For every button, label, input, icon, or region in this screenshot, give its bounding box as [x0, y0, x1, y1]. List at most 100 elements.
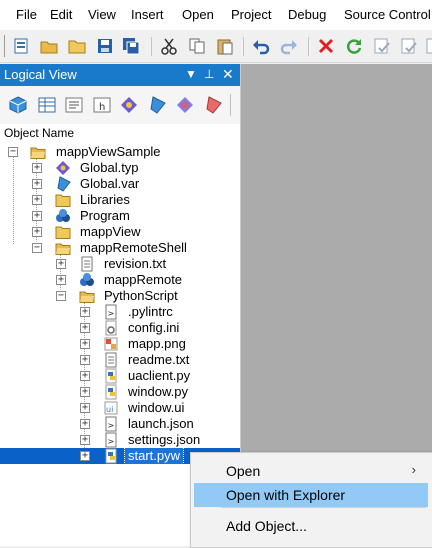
cut-icon[interactable] — [160, 37, 178, 55]
program-icon — [80, 273, 94, 286]
tree-item-label: mappViewSample — [56, 144, 161, 159]
folder-icon — [55, 226, 71, 239]
open-project-icon[interactable] — [40, 37, 58, 55]
refresh-icon[interactable] — [345, 37, 363, 55]
context-menu-open[interactable]: Open › — [194, 459, 428, 483]
tree-item-label: PythonScript — [104, 288, 178, 303]
folder-open-icon — [55, 243, 71, 255]
tree-item-mapp-png[interactable]: + mapp.png — [0, 336, 240, 352]
expand-icon[interactable]: + — [32, 211, 42, 221]
expand-icon[interactable]: + — [80, 387, 90, 397]
tree-item-label: Global.var — [80, 176, 140, 191]
expand-icon[interactable]: + — [80, 371, 90, 381]
expand-icon[interactable]: + — [32, 163, 42, 173]
more-tools-icon[interactable] — [425, 37, 432, 55]
context-menu-open-with-explorer[interactable]: Open with Explorer — [194, 483, 428, 507]
tree-item-global-var[interactable]: + Global.var — [0, 176, 240, 192]
folder-open-icon — [30, 147, 46, 159]
panel-toolbar-edge — [230, 94, 237, 116]
enum-icon[interactable] — [175, 95, 195, 115]
tree-item-mappview[interactable]: + mappView — [0, 224, 240, 240]
expand-icon[interactable]: + — [32, 179, 42, 189]
menu-debug[interactable]: Debug — [288, 7, 326, 22]
tree-item-launch-json[interactable]: + > launch.json — [0, 416, 240, 432]
header-file-icon[interactable]: h — [92, 95, 112, 115]
expand-icon[interactable]: + — [80, 323, 90, 333]
tree-item-window-ui[interactable]: + ui window.ui — [0, 400, 240, 416]
expand-icon[interactable]: + — [80, 339, 90, 349]
tree-item-pylintrc[interactable]: + > .pylintrc — [0, 304, 240, 320]
variable-icon[interactable] — [147, 95, 167, 115]
menu-file[interactable]: File — [16, 7, 37, 22]
tree-item-program[interactable]: + Program — [0, 208, 240, 224]
expand-icon[interactable]: + — [80, 307, 90, 317]
dropdown-icon[interactable]: ▼ — [185, 67, 197, 81]
redo-icon[interactable] — [280, 37, 298, 55]
svg-text:>: > — [108, 309, 115, 318]
context-menu-add-object[interactable]: Add Object... — [194, 514, 428, 538]
expand-icon[interactable]: + — [80, 419, 90, 429]
expand-icon[interactable]: + — [32, 195, 42, 205]
menu-project[interactable]: Project — [231, 7, 271, 22]
pin-icon[interactable]: ⊥ — [204, 67, 214, 81]
tree-item-settings-json[interactable]: + > settings.json — [0, 432, 240, 448]
close-icon[interactable]: ✕ — [222, 66, 234, 83]
paste-icon[interactable] — [216, 37, 234, 55]
check-all-icon[interactable] — [400, 37, 418, 55]
save-all-icon[interactable] — [122, 37, 140, 55]
panel-toolbar: h — [0, 86, 240, 124]
cube-icon[interactable] — [8, 95, 28, 115]
tree-item-pythonscript[interactable]: − PythonScript — [0, 288, 240, 304]
save-icon[interactable] — [96, 37, 114, 55]
expand-icon[interactable]: + — [80, 451, 90, 461]
open-folder-icon[interactable] — [68, 37, 86, 55]
expand-icon[interactable]: + — [80, 435, 90, 445]
constant-icon[interactable] — [203, 95, 223, 115]
new-project-icon[interactable] — [12, 37, 30, 55]
variable-icon — [57, 176, 71, 192]
list-icon[interactable] — [64, 95, 84, 115]
menu-insert[interactable]: Insert — [131, 7, 164, 22]
undo-icon[interactable] — [252, 37, 270, 55]
toolbar-separator — [243, 37, 244, 56]
expand-icon[interactable]: + — [32, 227, 42, 237]
delete-icon[interactable] — [317, 37, 335, 55]
expand-icon[interactable]: + — [56, 259, 66, 269]
context-menu-label: Open — [226, 463, 261, 479]
datatype-icon[interactable] — [119, 95, 139, 115]
tree-item-label: readme.txt — [128, 352, 190, 367]
script-file-icon: > — [105, 432, 117, 448]
check-icon[interactable] — [373, 37, 391, 55]
menu-open[interactable]: Open — [182, 7, 214, 22]
program-icon — [56, 209, 70, 222]
tree-item-config-ini[interactable]: + config.ini — [0, 320, 240, 336]
svg-text:>: > — [108, 421, 115, 430]
expand-icon[interactable]: + — [56, 275, 66, 285]
tree-item-label: revision.txt — [104, 256, 167, 271]
column-header-object-name[interactable]: Object Name — [4, 126, 74, 140]
tree-item-mappremoteshell[interactable]: − mappRemoteShell — [0, 240, 240, 256]
menu-source-control[interactable]: Source Control — [344, 7, 431, 22]
expand-icon[interactable]: + — [80, 403, 90, 413]
collapse-icon[interactable]: − — [32, 243, 42, 253]
collapse-icon[interactable]: − — [56, 291, 66, 301]
tree-item-label: .pylintrc — [128, 304, 173, 319]
tree-item-libraries[interactable]: + Libraries — [0, 192, 240, 208]
collapse-icon[interactable]: − — [8, 147, 18, 157]
tree-item-uaclient-py[interactable]: + uaclient.py — [0, 368, 240, 384]
python-file-icon — [105, 448, 117, 464]
python-file-icon — [105, 384, 117, 400]
tree-item-mappremote[interactable]: + mappRemote — [0, 272, 240, 288]
copy-icon[interactable] — [188, 37, 206, 55]
menu-view[interactable]: View — [88, 7, 116, 22]
menu-bar: File Edit View Insert Open Project Debug… — [0, 0, 432, 30]
menu-edit[interactable]: Edit — [50, 7, 72, 22]
folder-icon — [55, 194, 71, 207]
tree-item-readme-txt[interactable]: + readme.txt — [0, 352, 240, 368]
tree-item-mappviewsample[interactable]: − mappViewSample — [0, 144, 240, 160]
tree-item-global-typ[interactable]: + Global.typ — [0, 160, 240, 176]
tree-item-window-py[interactable]: + window.py — [0, 384, 240, 400]
expand-icon[interactable]: + — [80, 355, 90, 365]
tree-item-revision-txt[interactable]: + revision.txt — [0, 256, 240, 272]
table-icon[interactable] — [37, 95, 57, 115]
